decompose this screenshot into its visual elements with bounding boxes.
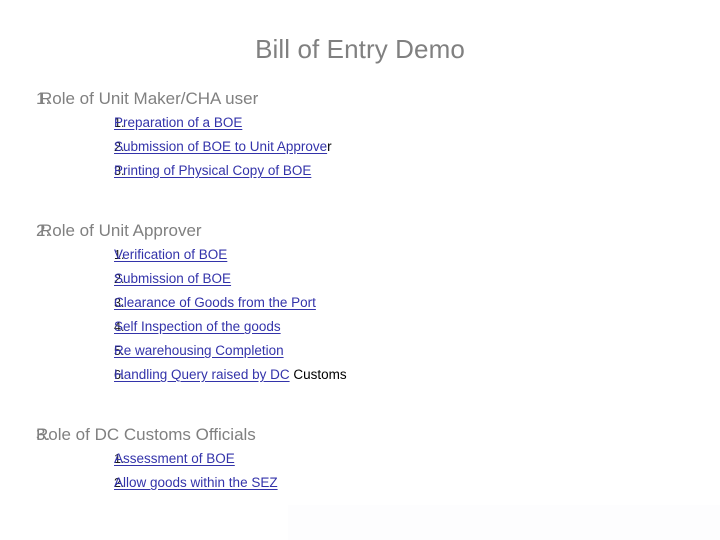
list-item-text: Re warehousing Completion xyxy=(114,339,284,362)
list-item-link[interactable]: Allow goods within the SEZ xyxy=(114,475,278,490)
list-item-link[interactable]: Assessment of BOE xyxy=(114,451,235,466)
list-item[interactable]: 3. Clearance of Goods from the Port xyxy=(0,291,720,315)
list-item-link[interactable]: Handling Query raised by DC xyxy=(114,367,290,382)
list-item[interactable]: 4. Self Inspection of the goods xyxy=(0,315,720,339)
list-item-number: 2. xyxy=(114,476,125,490)
list-item[interactable]: 2. Submission of BOE xyxy=(0,267,720,291)
list-item-link[interactable]: Clearance of Goods from the Port xyxy=(114,295,316,310)
list-item-number: 2. xyxy=(114,140,125,154)
list-item[interactable]: 1. Preparation of a BOE xyxy=(0,111,720,135)
section-2-heading-label: Role of Unit Approver xyxy=(40,221,202,240)
list-item[interactable]: 6. Handling Query raised by DC Customs xyxy=(0,363,720,387)
list-item-link[interactable]: Submission of BOE xyxy=(114,271,231,286)
list-item-suffix: Customs xyxy=(289,367,347,382)
list-item-text: Printing of Physical Copy of BOE xyxy=(114,159,311,182)
section-3-heading-label: Role of DC Customs Officials xyxy=(36,425,256,444)
section-2-heading: 2. Role of Unit Approver xyxy=(0,218,720,243)
outline-body: 1. Role of Unit Maker/CHA user 1. Prepar… xyxy=(0,86,720,495)
list-item-link[interactable]: Verification of BOE xyxy=(114,247,227,262)
list-item-link[interactable]: Submission of BOE to Unit Approve xyxy=(114,139,327,154)
list-item-number: 3. xyxy=(114,164,125,178)
list-item-text: Clearance of Goods from the Port xyxy=(114,291,316,314)
list-item-link[interactable]: Printing of Physical Copy of BOE xyxy=(114,163,311,178)
list-item-number: 1. xyxy=(114,248,125,262)
section-3-heading: 3. Role of DC Customs Officials xyxy=(0,422,720,447)
section-2: 2. Role of Unit Approver 1. Verification… xyxy=(0,218,720,387)
list-item-text: Allow goods within the SEZ xyxy=(114,471,278,494)
list-item-number: 3. xyxy=(114,296,125,310)
list-item-link[interactable]: Preparation of a BOE xyxy=(114,115,242,130)
section-1-number: 1. xyxy=(36,89,51,108)
list-item-text: Submission of BOE xyxy=(114,267,231,290)
list-item[interactable]: 1. Assessment of BOE xyxy=(0,447,720,471)
section-3: 3. Role of DC Customs Officials 1. Asses… xyxy=(0,422,720,495)
list-item[interactable]: 5. Re warehousing Completion xyxy=(0,339,720,363)
list-item-number: 2. xyxy=(114,272,125,286)
section-2-number: 2. xyxy=(36,221,51,240)
section-1: 1. Role of Unit Maker/CHA user 1. Prepar… xyxy=(0,86,720,183)
list-item[interactable]: 2. Allow goods within the SEZ xyxy=(0,471,720,495)
section-1-heading: 1. Role of Unit Maker/CHA user xyxy=(0,86,720,111)
list-item-link[interactable]: Re warehousing Completion xyxy=(114,343,284,358)
list-item-number: 4. xyxy=(114,320,125,334)
list-item-number: 1. xyxy=(114,452,125,466)
list-item-number: 1. xyxy=(114,116,125,130)
page-title: Bill of Entry Demo xyxy=(255,34,465,64)
list-item[interactable]: 3. Printing of Physical Copy of BOE xyxy=(0,159,720,183)
list-item-text: Submission of BOE to Unit Approver xyxy=(114,135,332,158)
list-item-number: 5. xyxy=(114,344,125,358)
section-3-number: 3. xyxy=(36,425,51,444)
slide-canvas: Bill of Entry Demo 1. Role of Unit Maker… xyxy=(0,0,720,540)
section-1-heading-label: Role of Unit Maker/CHA user xyxy=(40,89,259,108)
list-item[interactable]: 1. Verification of BOE xyxy=(0,243,720,267)
list-item-number: 6. xyxy=(114,368,125,382)
list-item-link[interactable]: Self Inspection of the goods xyxy=(114,319,281,334)
list-item-text: Handling Query raised by DC Customs xyxy=(114,363,347,386)
list-item-text: Assessment of BOE xyxy=(114,447,235,470)
list-item-suffix: r xyxy=(327,139,332,154)
list-item-text: Verification of BOE xyxy=(114,243,227,266)
list-item-text: Preparation of a BOE xyxy=(114,111,242,134)
list-item-text: Self Inspection of the goods xyxy=(114,315,281,338)
footer-placeholder xyxy=(288,505,720,540)
list-item[interactable]: 2. Submission of BOE to Unit Approver xyxy=(0,135,720,159)
